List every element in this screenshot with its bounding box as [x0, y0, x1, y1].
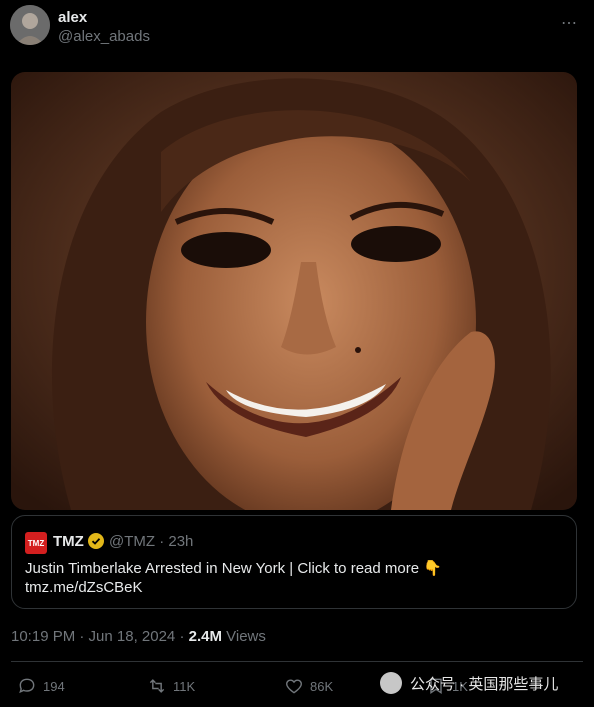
tweet-header: alex @alex_abads ⋯ — [10, 5, 584, 51]
author-name[interactable]: alex — [58, 9, 87, 26]
repost-button[interactable]: 11K — [147, 676, 195, 696]
tweet-meta: 10:19 PM · Jun 18, 2024 · 2.4M Views — [11, 628, 266, 645]
verified-badge-icon — [88, 533, 104, 549]
reply-icon — [19, 678, 35, 694]
quote-handle-time: @TMZ · 23h — [109, 533, 194, 550]
divider — [11, 661, 583, 662]
timestamp[interactable]: 10:19 PM · Jun 18, 2024 · — [11, 628, 189, 645]
views-count: 2.4M — [188, 628, 222, 645]
heart-icon — [286, 679, 302, 694]
avatar[interactable] — [10, 5, 50, 45]
quote-source-name[interactable]: TMZ — [53, 533, 84, 550]
views-label: Views — [221, 628, 266, 645]
repost-icon — [149, 679, 165, 693]
quote-text: Justin Timberlake Arrested in New York |… — [25, 560, 442, 577]
watermark-text: 公众号 · 英国那些事儿 — [410, 675, 559, 693]
reply-button[interactable]: 194 — [17, 676, 65, 696]
like-button[interactable]: 86K — [284, 676, 333, 696]
tmz-logo[interactable]: TMZ — [25, 532, 47, 554]
like-count: 86K — [310, 678, 334, 694]
quoted-tweet[interactable]: TMZ TMZ @TMZ · 23h Justin Timberlake Arr… — [11, 515, 577, 609]
quote-link[interactable]: tmz.me/dZsCBeK — [25, 579, 143, 596]
repost-count: 11K — [173, 678, 196, 694]
tweet-photo[interactable] — [11, 72, 577, 510]
wechat-icon — [380, 672, 402, 694]
reply-count: 194 — [43, 678, 65, 694]
author-handle[interactable]: @alex_abads — [58, 28, 150, 45]
more-horizontal-icon[interactable]: ⋯ — [561, 13, 578, 33]
watermark: 公众号 · 英国那些事儿 — [380, 672, 558, 694]
